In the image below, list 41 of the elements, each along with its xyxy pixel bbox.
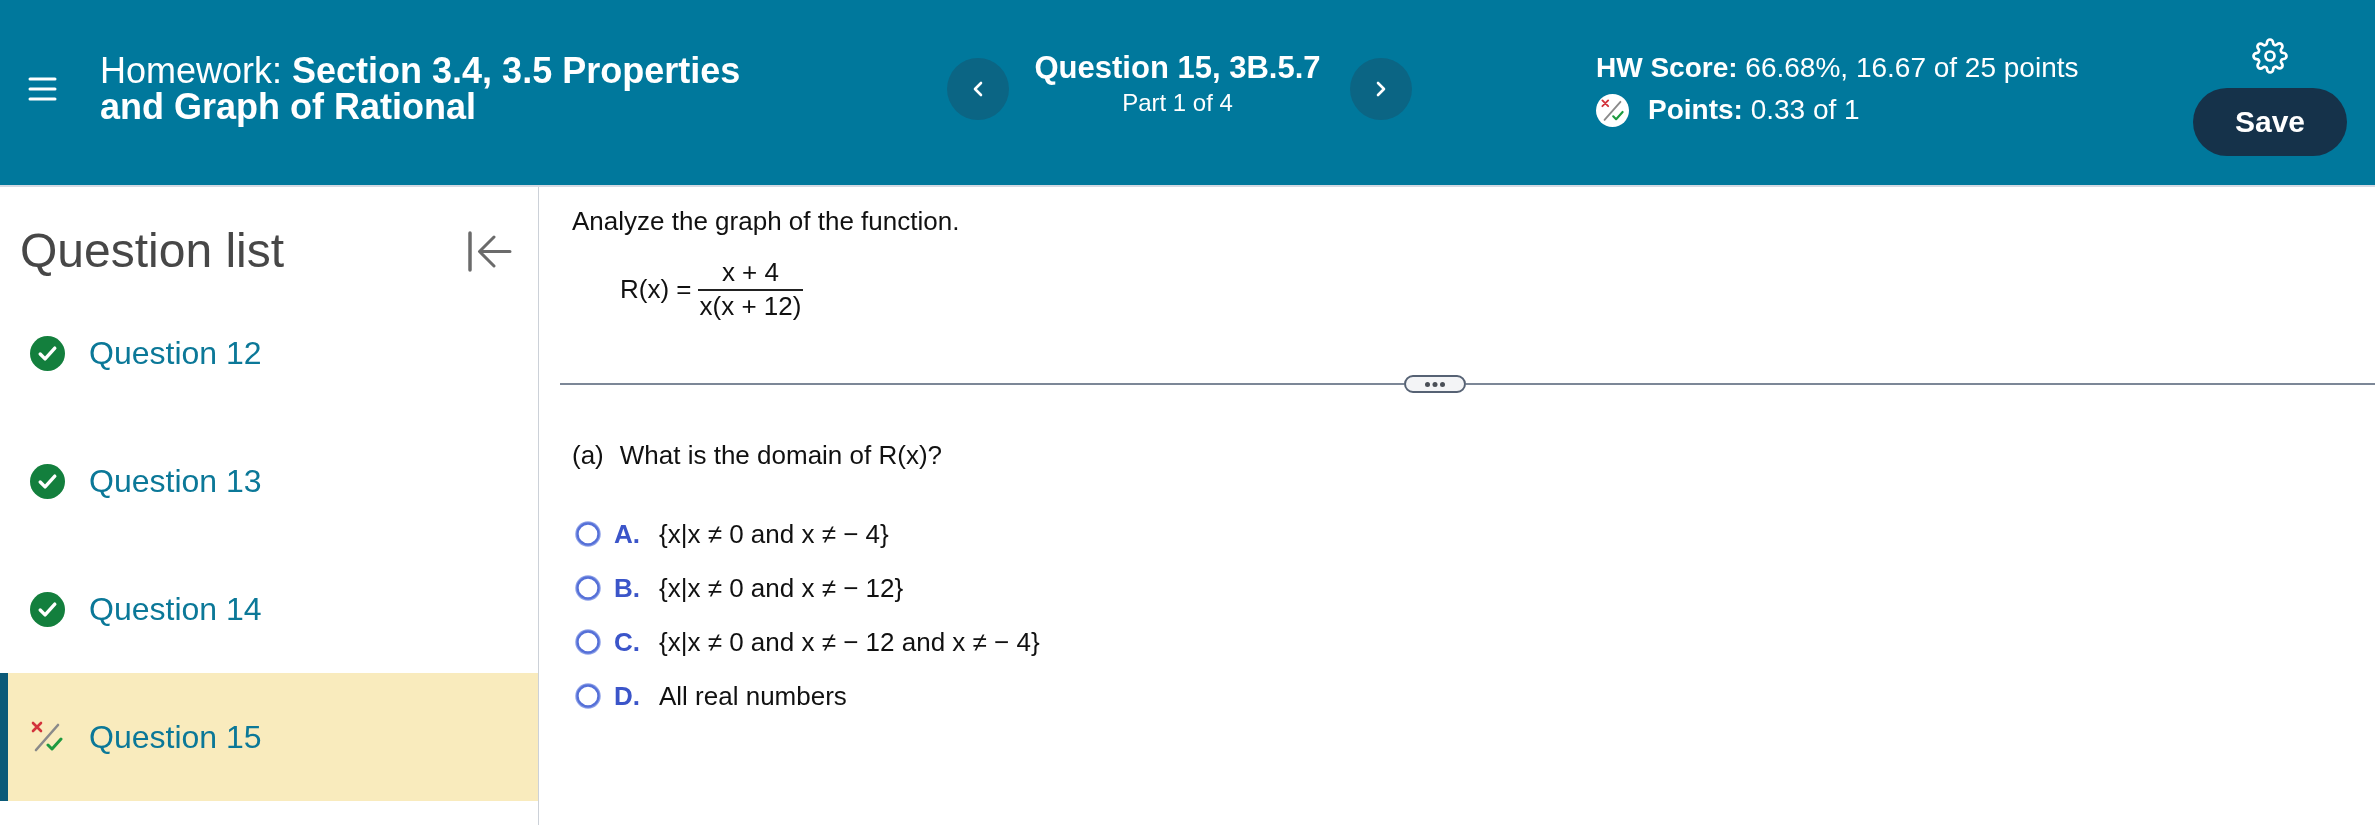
chevron-left-icon xyxy=(973,81,983,97)
settings-icon[interactable] xyxy=(2252,38,2288,74)
check-circle-icon xyxy=(30,335,65,371)
ellipsis-icon xyxy=(1425,381,1445,387)
radio-button[interactable] xyxy=(575,521,601,547)
question-title: Question 15, 3B.5.7 xyxy=(1033,51,1322,85)
option-text: {x|x ≠ 0 and x ≠ − 12} xyxy=(659,572,904,604)
assignment-title: Homework: Section 3.4, 3.5 Properties and Graph of Rational xyxy=(100,53,742,125)
sidebar-title: Question list xyxy=(20,223,285,279)
radio-button[interactable] xyxy=(575,683,601,709)
check-circle-icon xyxy=(30,591,65,627)
question-list-item[interactable]: Question 13 xyxy=(0,417,538,545)
fraction-denominator: x(x + 12) xyxy=(698,291,803,321)
option-text: {x|x ≠ 0 and x ≠ − 4} xyxy=(659,518,889,550)
option-letter: A. xyxy=(614,518,641,550)
option-letter: C. xyxy=(614,626,641,658)
option-letter: B. xyxy=(614,572,641,604)
chevron-right-icon xyxy=(1376,81,1386,97)
question-list-item[interactable]: Question 15 xyxy=(0,673,538,801)
menu-icon[interactable] xyxy=(28,77,57,101)
radio-button[interactable] xyxy=(575,575,601,601)
part-label: (a) xyxy=(572,440,604,470)
check-circle-icon xyxy=(30,463,65,499)
option-text: {x|x ≠ 0 and x ≠ − 12 and x ≠ − 4} xyxy=(659,626,1040,658)
save-button[interactable]: Save xyxy=(2193,88,2347,156)
more-button[interactable] xyxy=(1404,375,1466,393)
part-indicator: Part 1 of 4 xyxy=(1121,89,1234,117)
points-text: Points: 0.33 of 1 xyxy=(1648,93,1860,127)
arrow-to-bar-icon[interactable] xyxy=(467,230,512,272)
question-list-item[interactable]: Question 12 xyxy=(0,289,538,417)
fraction-numerator: x + 4 xyxy=(697,257,804,291)
option-text: All real numbers xyxy=(659,680,847,712)
formula-lhs: R(x) = xyxy=(620,274,692,304)
cross-and-check-icon xyxy=(1596,93,1629,127)
question-prompt: Analyze the graph of the function. xyxy=(572,206,961,237)
radio-button[interactable] xyxy=(575,629,601,655)
cross-and-check-icon xyxy=(31,721,63,753)
score-text: HW Score: 66.68%, 16.67 of 25 points xyxy=(1596,51,2079,85)
question-text: What is the domain of R(x)? xyxy=(619,440,942,470)
question-list-item[interactable]: Question 14 xyxy=(0,545,538,673)
option-letter: D. xyxy=(614,680,641,712)
